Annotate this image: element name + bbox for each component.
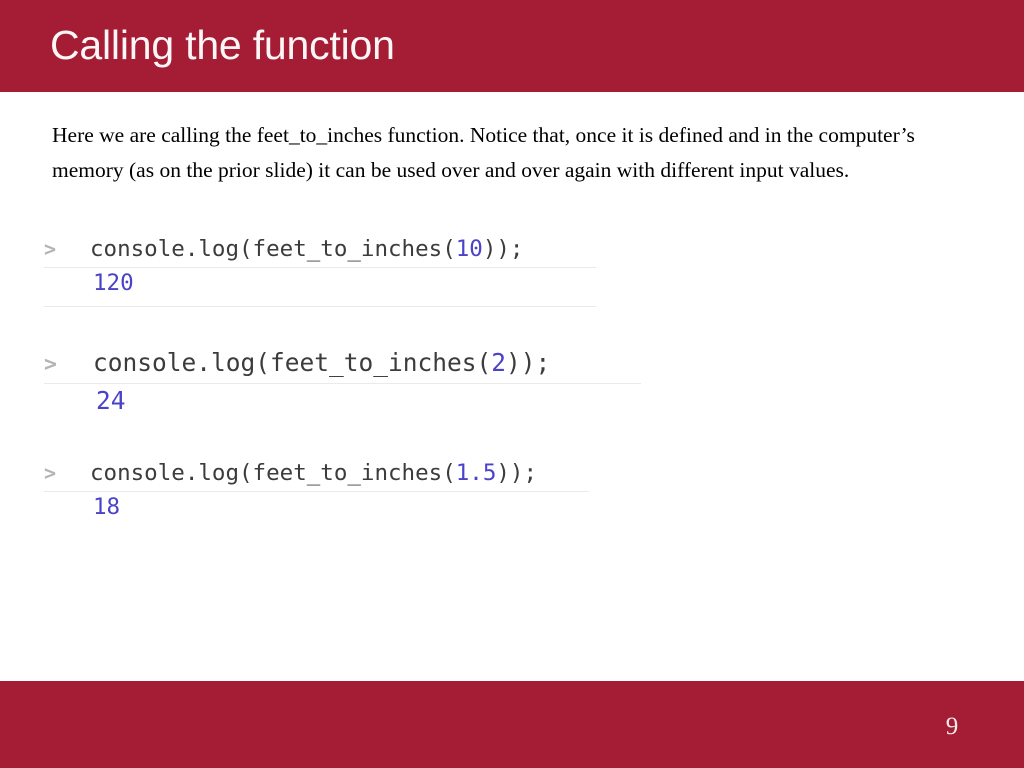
slide-footer-bar	[0, 681, 1024, 768]
console-command-row: > console.log(feet_to_inches(1.5));	[44, 458, 589, 489]
console-output-value: 18	[93, 494, 121, 520]
code-argument: 10	[455, 236, 483, 262]
console-output-row: 18	[44, 492, 589, 523]
prompt-chevron-icon: >	[44, 352, 57, 377]
code-argument: 1.5	[455, 460, 497, 486]
console-output-row: 24	[44, 384, 641, 417]
console-block: > console.log(feet_to_inches(1.5)); 18	[44, 458, 589, 523]
console-command-row: > console.log(feet_to_inches(2));	[44, 346, 641, 381]
code-after: ));	[482, 236, 524, 262]
console-command-text: console.log(feet_to_inches(1.5));	[90, 458, 537, 489]
code-argument: 2	[491, 348, 507, 377]
console-command-row: > console.log(feet_to_inches(10));	[44, 234, 596, 265]
prompt-chevron-icon: >	[44, 461, 57, 485]
console-block: > console.log(feet_to_inches(10)); 120	[44, 234, 596, 307]
slide-body-text: Here we are calling the feet_to_inches f…	[52, 123, 915, 182]
console-command-text: console.log(feet_to_inches(2));	[93, 346, 550, 379]
code-after: ));	[506, 348, 551, 377]
console-block: > console.log(feet_to_inches(2)); 24	[44, 346, 641, 417]
prompt-chevron-icon: >	[44, 237, 57, 261]
page-title: Calling the function	[50, 22, 395, 68]
code-before: console.log(feet_to_inches(	[90, 460, 456, 486]
console-command-text: console.log(feet_to_inches(10));	[90, 234, 523, 265]
console-output-value: 120	[93, 270, 134, 296]
code-before: console.log(feet_to_inches(	[93, 348, 492, 377]
console-output-value: 24	[96, 386, 126, 415]
code-before: console.log(feet_to_inches(	[90, 236, 456, 262]
code-after: ));	[496, 460, 538, 486]
slide-number: 9	[945, 713, 959, 740]
slide-header-bar: Calling the function	[0, 0, 1024, 92]
console-output-row: 120	[44, 268, 596, 299]
console-separator	[44, 306, 596, 307]
